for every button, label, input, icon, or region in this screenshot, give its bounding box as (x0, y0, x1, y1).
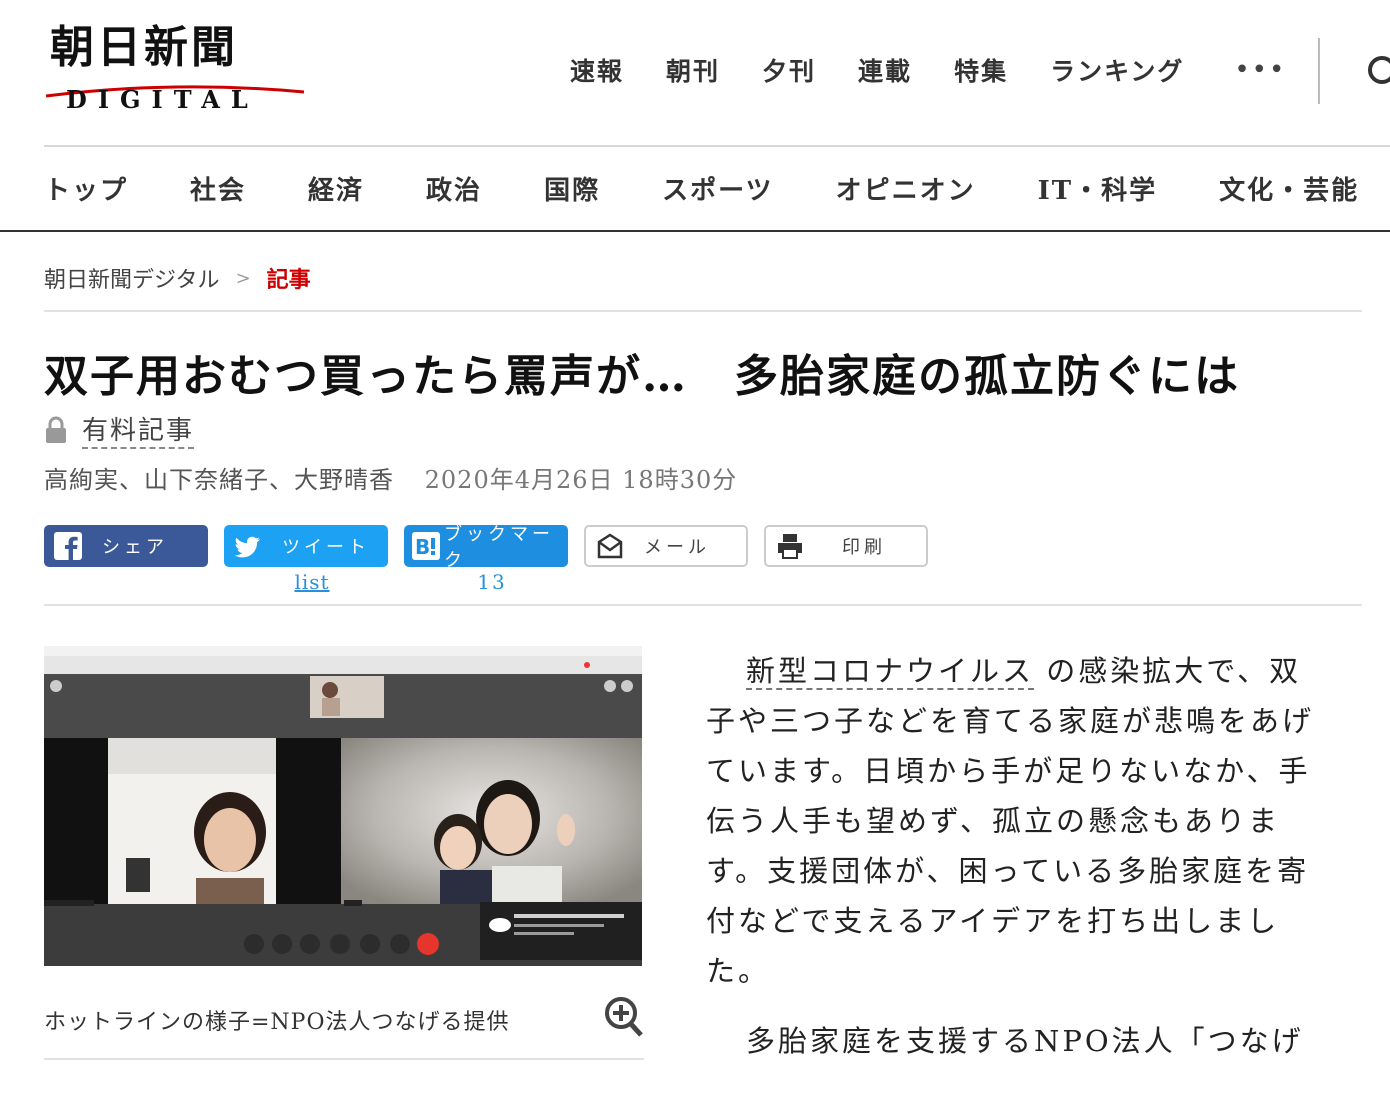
mail-icon (597, 533, 623, 559)
divider (44, 145, 1390, 147)
mail-share-label: メール (644, 537, 710, 558)
article-paragraph: 多胎家庭を支援するNPO法人「つなげ (746, 1024, 1304, 1058)
divider (44, 604, 1362, 606)
category-culture[interactable]: 文化・芸能 (1219, 170, 1359, 207)
search-icon[interactable] (1364, 54, 1390, 90)
nav-item-ranking[interactable]: ランキング (1050, 52, 1184, 88)
publish-date: 2020年4月26日 18時30分 (424, 466, 738, 494)
photo-caption: ホットラインの様子=NPO法人つなげる提供 (44, 1010, 510, 1035)
nav-item-breaking[interactable]: 速報 (570, 52, 624, 88)
facebook-share-button[interactable]: シェア (44, 525, 208, 567)
more-menu-button[interactable]: ••• (1234, 55, 1286, 85)
divider (44, 310, 1362, 312)
byline: 高絢実、山下奈緒子、大野晴香 2020年4月26日 18時30分 (44, 460, 737, 495)
nav-item-morning[interactable]: 朝刊 (666, 52, 720, 88)
topic-link-coronavirus[interactable]: 新型コロナウイルス (746, 654, 1035, 690)
divider (44, 1058, 644, 1060)
hatena-bookmark-icon: B (412, 532, 440, 560)
lock-icon (46, 416, 66, 443)
video-call-illustration (44, 646, 642, 966)
printer-icon (778, 534, 802, 559)
paragraph-text: の感染拡大で、双子や三つ子などを育てる家庭が悲鳴をあげています。日頃から手が足り… (706, 654, 1315, 988)
header-divider (1318, 38, 1320, 104)
hatena-bookmark-count[interactable]: 13 (404, 570, 580, 594)
category-nav: トップ 社会 経済 政治 国際 スポーツ オピニオン IT・科学 文化・芸能 (44, 170, 1390, 207)
category-sports[interactable]: スポーツ (662, 170, 773, 207)
category-society[interactable]: 社会 (190, 170, 246, 207)
twitter-share-label: ツイート (282, 537, 370, 558)
site-logo[interactable]: 朝日新聞 DIGITAL (44, 24, 306, 116)
mail-share-button[interactable]: メール (584, 525, 748, 567)
category-economy[interactable]: 経済 (308, 170, 364, 207)
twitter-count-link[interactable]: list (224, 570, 400, 594)
paid-article-label[interactable]: 有料記事 (82, 410, 195, 449)
breadcrumb-home[interactable]: 朝日新聞デジタル (44, 262, 220, 294)
top-nav: 速報 朝刊 夕刊 連載 特集 ランキング ••• (570, 52, 1286, 88)
breadcrumb: 朝日新聞デジタル > 記事 (44, 262, 311, 294)
category-politics[interactable]: 政治 (426, 170, 482, 207)
logo-wordmark: 朝日新聞 (50, 22, 238, 73)
divider (0, 230, 1390, 232)
facebook-icon (54, 532, 82, 560)
hatena-bookmark-button[interactable]: B ブックマーク (404, 524, 568, 571)
twitter-bird-icon (234, 536, 260, 558)
breadcrumb-current[interactable]: 記事 (267, 262, 311, 294)
authors: 高絢実、山下奈緒子、大野晴香 (44, 466, 394, 494)
category-top[interactable]: トップ (44, 170, 128, 207)
category-it-science[interactable]: IT・科学 (1038, 170, 1158, 207)
nav-item-evening[interactable]: 夕刊 (762, 52, 816, 88)
hatena-bookmark-label: ブックマーク (444, 524, 554, 571)
paid-article-badge: 有料記事 (44, 410, 195, 449)
zoom-in-icon[interactable] (604, 996, 644, 1038)
article-photo[interactable] (44, 646, 642, 966)
category-international[interactable]: 国際 (544, 170, 600, 207)
logo-subtitle: DIGITAL (66, 85, 259, 114)
print-label: 印刷 (842, 537, 886, 558)
article-paragraph: 新型コロナウイルス の感染拡大で、双子や三つ子などを育てる家庭が悲鳴をあげていま… (706, 646, 1326, 996)
print-button[interactable]: 印刷 (764, 525, 928, 567)
category-opinion[interactable]: オピニオン (836, 170, 976, 207)
article-title: 双子用おむつ買ったら罵声が… 多胎家庭の孤立防ぐには (44, 351, 1240, 402)
twitter-share-button[interactable]: ツイート (224, 525, 388, 567)
article-body: 新型コロナウイルス の感染拡大で、双子や三つ子などを育てる家庭が悲鳴をあげていま… (706, 646, 1326, 1066)
nav-item-features[interactable]: 特集 (954, 52, 1008, 88)
nav-item-series[interactable]: 連載 (858, 52, 912, 88)
breadcrumb-separator: > (235, 267, 251, 289)
facebook-share-label: シェア (102, 537, 168, 558)
